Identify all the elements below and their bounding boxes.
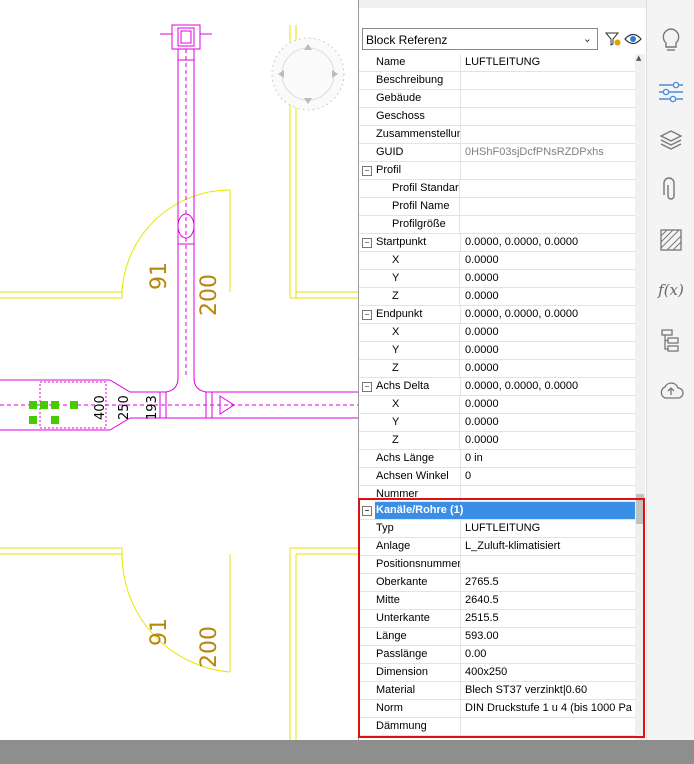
label-200-top: 200 — [197, 274, 222, 316]
collapse-icon[interactable]: − — [362, 310, 372, 320]
label-91-bottom: 91 — [147, 618, 172, 646]
property-row[interactable]: Achsen Winkel 0 — [359, 468, 635, 486]
property-row[interactable]: Y 0.0000 — [359, 270, 635, 288]
selection-type-dropdown[interactable]: Block Referenz ⌄ — [362, 28, 598, 50]
function-label: f(x) — [658, 281, 684, 299]
property-row[interactable]: Profil Name — [359, 198, 635, 216]
property-row[interactable]: Profilgröße — [359, 216, 635, 234]
property-group-row[interactable]: − Profil — [359, 162, 635, 180]
property-row[interactable]: Name LUFTLEITUNG — [359, 54, 635, 72]
property-row[interactable]: X 0.0000 — [359, 396, 635, 414]
label-200-bottom: 200 — [197, 626, 222, 668]
hatch-icon[interactable] — [651, 220, 691, 260]
property-group-row[interactable]: − Achs Delta 0.0000, 0.0000, 0.0000 — [359, 378, 635, 396]
chevron-down-icon: ⌄ — [582, 32, 592, 45]
hierarchy-icon[interactable] — [651, 320, 691, 360]
property-row[interactable]: Z 0.0000 — [359, 360, 635, 378]
property-group-row[interactable]: − Endpunkt 0.0000, 0.0000, 0.0000 — [359, 306, 635, 324]
cloud-upload-icon[interactable] — [651, 370, 691, 410]
drawing-viewport[interactable]: 91 200 91 200 400 250 193 — [0, 0, 359, 740]
label-250: 250 — [117, 395, 132, 420]
property-row[interactable]: Profil Standar — [359, 180, 635, 198]
property-row[interactable]: Z 0.0000 — [359, 288, 635, 306]
sliders-icon[interactable] — [651, 72, 691, 112]
label-91-top: 91 — [147, 262, 172, 290]
duct-size-labels: 400 250 193 — [93, 395, 160, 420]
function-icon[interactable]: f(x) — [651, 270, 691, 310]
property-row[interactable]: Z 0.0000 — [359, 432, 635, 450]
label-193: 193 — [145, 395, 160, 420]
right-sidebar: f(x) — [646, 0, 694, 740]
selection-type-value: Block Referenz — [366, 33, 448, 47]
eye-icon[interactable] — [623, 29, 643, 49]
lightbulb-icon[interactable] — [651, 20, 691, 60]
collapse-icon[interactable]: − — [362, 382, 372, 392]
dimension-labels: 91 200 91 200 — [147, 262, 222, 668]
property-row[interactable]: Achs Länge 0 in — [359, 450, 635, 468]
status-bar — [0, 740, 694, 764]
label-400: 400 — [93, 395, 108, 420]
property-row[interactable]: X 0.0000 — [359, 324, 635, 342]
filter-icon[interactable] — [603, 29, 623, 49]
collapse-icon[interactable]: − — [362, 166, 372, 176]
viewcube[interactable] — [271, 37, 345, 111]
property-row[interactable]: Y 0.0000 — [359, 414, 635, 432]
section-highlight-box — [358, 498, 645, 738]
paperclip-icon[interactable] — [651, 170, 691, 210]
property-row[interactable]: X 0.0000 — [359, 252, 635, 270]
property-row[interactable]: Y 0.0000 — [359, 342, 635, 360]
property-row[interactable]: Zusammenstellun — [359, 126, 635, 144]
property-group-row[interactable]: − Startpunkt 0.0000, 0.0000, 0.0000 — [359, 234, 635, 252]
layers-icon[interactable] — [651, 120, 691, 160]
property-row[interactable]: Beschreibung — [359, 72, 635, 90]
property-row[interactable]: Gebäude — [359, 90, 635, 108]
property-row[interactable]: GUID 0HShF03sjDcfPNsRZDPxhs — [359, 144, 635, 162]
property-row[interactable]: Geschoss — [359, 108, 635, 126]
collapse-icon[interactable]: − — [362, 238, 372, 248]
scroll-up-icon[interactable]: ▲ — [636, 54, 641, 62]
selection-grips[interactable] — [29, 401, 78, 424]
